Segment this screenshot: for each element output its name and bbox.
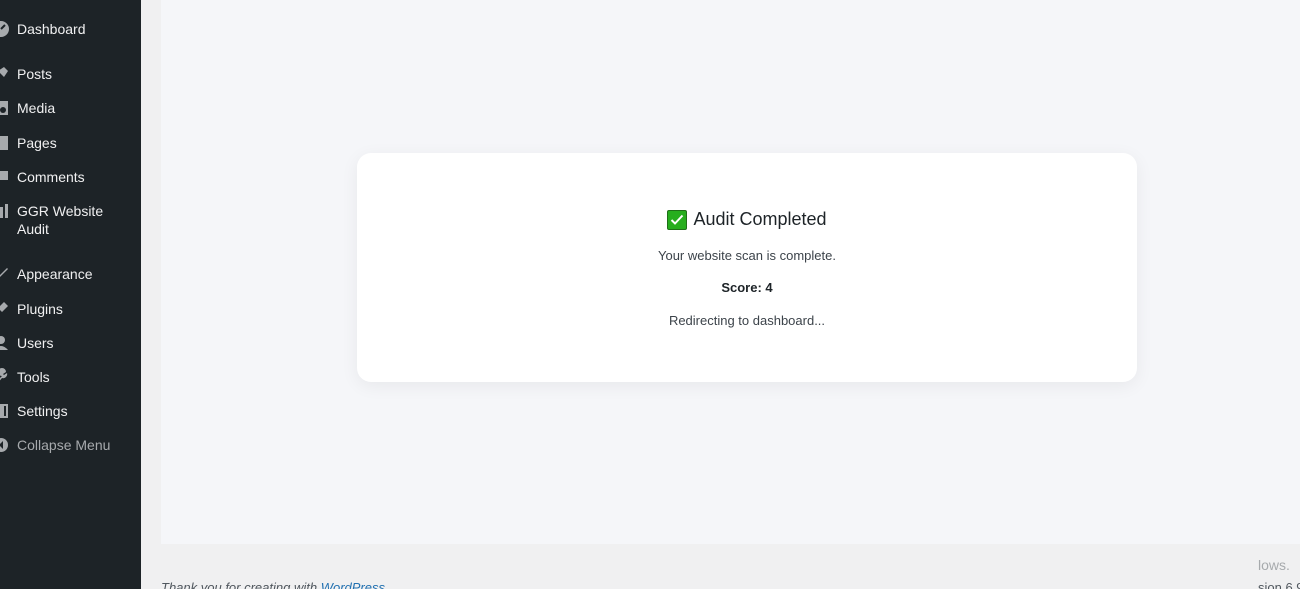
audit-score: Score: 4 [721,280,773,295]
footer-thanks: Thank you for creating with WordPress [161,580,385,589]
sidebar-item-label: Posts [17,66,53,82]
sidebar-item-label: Pages [17,135,57,151]
sidebar-item-label: Plugins [17,301,63,317]
user-icon [0,334,10,352]
sidebar-item-plugins[interactable]: Plugins [0,300,141,318]
sidebar-item-appearance[interactable]: Appearance [0,265,141,283]
page-icon [0,134,10,152]
admin-sidebar: Dashboard Posts Media Pages Comments GGR… [0,0,141,589]
settings-icon [0,402,10,420]
sidebar-item-label: GGR Website Audit [17,203,104,237]
wordpress-link[interactable]: WordPress [321,580,385,589]
comment-icon [0,168,10,186]
dashboard-icon [0,20,10,38]
sidebar-item-media[interactable]: Media [0,99,141,117]
collapse-icon [0,436,10,454]
sidebar-item-label: Settings [17,403,68,419]
audit-result-card: Audit Completed Your website scan is com… [357,153,1137,382]
sidebar-item-label: Appearance [17,266,93,282]
sidebar-item-settings[interactable]: Settings [0,402,141,420]
sidebar-item-comments[interactable]: Comments [0,168,141,186]
sidebar-item-ggr-website-audit[interactable]: GGR Website Audit [0,202,141,238]
check-mark-icon [667,209,688,230]
plugin-icon [0,300,10,318]
media-icon [0,99,10,117]
collapse-menu-label: Collapse Menu [17,437,111,453]
brush-icon [0,265,10,283]
wrench-icon [0,368,10,386]
chart-icon [0,202,10,220]
sidebar-item-label: Media [17,100,56,116]
sidebar-item-dashboard[interactable]: Dashboard [0,20,141,38]
card-title-text: Audit Completed [693,209,827,229]
sidebar-item-label: Comments [17,169,85,185]
card-title: Audit Completed [357,209,1137,230]
sidebar-item-pages[interactable]: Pages [0,134,141,152]
sidebar-item-label: Tools [17,369,50,385]
sidebar-item-label: Dashboard [17,21,86,37]
main-content: Audit Completed Your website scan is com… [161,0,1300,544]
sidebar-item-tools[interactable]: Tools [0,368,141,386]
sidebar-item-posts[interactable]: Posts [0,65,141,83]
footer-version: sion 6.9 [1258,580,1300,589]
collapse-menu-button[interactable]: Collapse Menu [0,436,141,454]
sidebar-item-users[interactable]: Users [0,334,141,352]
footer-right-text: lows. [1258,557,1290,573]
sidebar-item-label: Users [17,335,54,351]
scan-complete-message: Your website scan is complete. [657,248,836,263]
footer-thanks-text: Thank you for creating with [161,580,321,589]
pin-icon [0,65,10,83]
redirect-message: Redirecting to dashboard... [668,313,826,328]
